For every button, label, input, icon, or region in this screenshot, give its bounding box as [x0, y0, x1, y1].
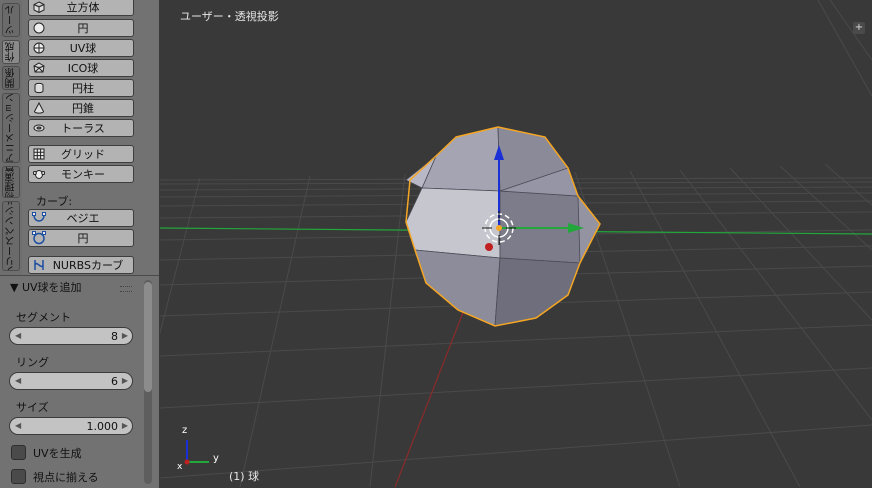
size-value: 1.000: [86, 420, 119, 433]
operator-panel-add-uv-sphere: ▼ UV球を追加 セグメント ◀ 8 ▶ リング ◀ 6 ▶ サイズ ◀ 1.0…: [0, 275, 159, 488]
tab-relations[interactable]: 関係: [2, 66, 20, 90]
grid-icon: [31, 146, 47, 162]
object-origin: [496, 225, 502, 231]
rings-field[interactable]: ◀ 6 ▶: [9, 372, 133, 390]
operator-panel-scrollbar[interactable]: [144, 280, 152, 484]
tab-relations-label: 関係: [5, 68, 17, 88]
vertical-tab-strip: ツール 作成 関係 アニメーション 物理演算 グリースペンシル: [0, 0, 23, 275]
operator-panel-scroll-thumb[interactable]: [144, 282, 152, 392]
add-cylinder-button[interactable]: 円柱: [28, 79, 134, 97]
nurbs-icon: [31, 257, 47, 273]
circle-icon: [31, 20, 47, 36]
add-grid-button[interactable]: グリッド: [28, 145, 134, 163]
decrement-arrow-icon[interactable]: ◀: [15, 376, 21, 385]
add-monkey-button[interactable]: モンキー: [28, 165, 134, 183]
operator-panel-title[interactable]: ▼ UV球を追加: [10, 279, 82, 295]
decrement-arrow-icon[interactable]: ◀: [15, 421, 21, 430]
curve-section-label: カーブ:: [36, 195, 73, 208]
add-curve-circle-button[interactable]: 円: [28, 229, 134, 247]
tab-tools[interactable]: ツール: [2, 3, 20, 37]
panel-drag-grip[interactable]: [120, 286, 132, 292]
active-object-status: (1) 球: [229, 470, 260, 483]
rings-label: リング: [16, 356, 49, 369]
increment-arrow-icon[interactable]: ▶: [122, 376, 128, 385]
tab-animation[interactable]: アニメーション: [2, 93, 20, 163]
size-label: サイズ: [16, 401, 49, 414]
add-torus-label: トーラス: [61, 122, 105, 135]
add-uv-sphere-label: UV球: [69, 42, 97, 55]
cube-icon: [31, 0, 47, 15]
segments-field[interactable]: ◀ 8 ▶: [9, 327, 133, 345]
add-nurbs-curve-label: NURBSカーブ: [52, 259, 124, 272]
tab-create-label: 作成: [5, 42, 17, 62]
tab-grease-pencil[interactable]: グリースペンシル: [2, 201, 20, 271]
size-field[interactable]: ◀ 1.000 ▶: [9, 417, 133, 435]
axis-gizmo-z-label: z: [182, 425, 188, 436]
decrement-arrow-icon[interactable]: ◀: [15, 331, 21, 340]
add-ico-sphere-label: ICO球: [67, 62, 99, 75]
tab-physics-label: 物理演算: [5, 166, 17, 198]
uv-sphere-icon: [31, 40, 47, 56]
create-tool-panel: 立方体 円 UV球 ICO球 円柱 円錐 トーラス グリッド モンキー カーブ:…: [22, 0, 159, 275]
add-grid-label: グリッド: [61, 148, 105, 161]
add-ico-sphere-button[interactable]: ICO球: [28, 59, 134, 77]
tab-physics[interactable]: 物理演算: [2, 166, 20, 198]
bezier-icon: [31, 210, 47, 226]
add-curve-circle-label: 円: [77, 232, 89, 245]
cone-icon: [31, 100, 47, 116]
orientation-axis-gizmo: [184, 440, 209, 465]
tab-create[interactable]: 作成: [2, 40, 20, 64]
3d-viewport[interactable]: ユーザー・透視投影 (1) 球 z y x +: [160, 0, 872, 487]
align-to-view-label: 視点に揃える: [33, 471, 99, 484]
add-bezier-label: ベジエ: [66, 212, 100, 225]
add-cylinder-label: 円柱: [72, 82, 94, 95]
add-circle-button[interactable]: 円: [28, 19, 134, 37]
add-bezier-button[interactable]: ベジエ: [28, 209, 134, 227]
segments-label: セグメント: [16, 311, 71, 324]
add-nurbs-curve-button[interactable]: NURBSカーブ: [28, 256, 134, 274]
generate-uv-label: UVを生成: [33, 447, 82, 460]
increment-arrow-icon[interactable]: ▶: [122, 331, 128, 340]
segments-value: 8: [111, 330, 118, 343]
increment-arrow-icon[interactable]: ▶: [122, 421, 128, 430]
curve-circle-icon: [31, 230, 47, 246]
add-circle-label: 円: [77, 22, 89, 35]
rings-value: 6: [111, 375, 118, 388]
add-cone-label: 円錐: [72, 102, 94, 115]
add-monkey-label: モンキー: [61, 168, 105, 181]
cylinder-icon: [31, 80, 47, 96]
add-cone-button[interactable]: 円錐: [28, 99, 134, 117]
add-cube-button[interactable]: 立方体: [28, 0, 134, 16]
add-uv-sphere-button[interactable]: UV球: [28, 39, 134, 57]
blender-window: ツール 作成 関係 アニメーション 物理演算 グリースペンシル 立方体 円 UV…: [0, 0, 872, 488]
properties-toggle-button[interactable]: +: [853, 22, 865, 34]
torus-icon: [31, 120, 47, 136]
tab-tools-label: ツール: [5, 5, 17, 35]
x-axis-handle: [485, 243, 493, 251]
tab-grease-pencil-label: グリースペンシル: [5, 201, 17, 271]
add-torus-button[interactable]: トーラス: [28, 119, 134, 137]
axis-gizmo-y-label: y: [213, 453, 219, 464]
align-to-view-checkbox[interactable]: [11, 469, 26, 484]
tab-animation-label: アニメーション: [5, 93, 17, 163]
monkey-icon: [31, 166, 47, 182]
generate-uv-checkbox[interactable]: [11, 445, 26, 460]
viewport-scene: [160, 0, 872, 487]
ico-sphere-icon: [31, 60, 47, 76]
viewport-title: ユーザー・透視投影: [180, 10, 279, 23]
add-cube-label: 立方体: [66, 1, 100, 14]
axis-gizmo-x-label: x: [177, 462, 183, 472]
